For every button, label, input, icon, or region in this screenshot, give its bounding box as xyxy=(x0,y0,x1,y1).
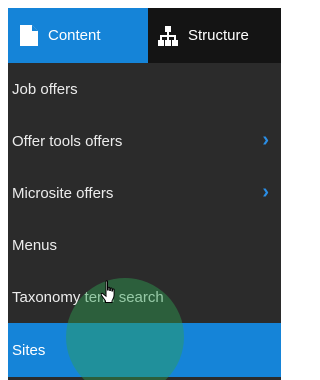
chevron-right-icon[interactable]: › xyxy=(262,181,269,204)
sitemap-icon xyxy=(158,25,178,46)
document-icon xyxy=(20,25,38,46)
menu-item-offer-tools-offers[interactable]: Offer tools offers › xyxy=(8,115,281,167)
tab-structure[interactable]: Structure xyxy=(148,8,281,63)
menu-item-label: Sites xyxy=(12,341,46,359)
menu-item-label: Microsite offers xyxy=(12,184,114,202)
menu-item-label: Offer tools offers xyxy=(12,132,123,150)
menu-item-taxonomy-term-search[interactable]: Taxonomy term search xyxy=(8,271,281,323)
content-menu: Job offers Offer tools offers › Microsit… xyxy=(8,63,281,377)
toolbar-tabs: Content Structure xyxy=(8,8,281,63)
admin-toolbar-tray: Content Structure Job offers Offer tools… xyxy=(8,8,281,380)
menu-item-label: Taxonomy term search xyxy=(12,288,164,306)
menu-item-menus[interactable]: Menus xyxy=(8,219,281,271)
menu-item-label: Menus xyxy=(12,236,58,254)
tab-content-label: Content xyxy=(48,27,101,44)
menu-item-label: Job offers xyxy=(12,80,78,98)
menu-item-microsite-offers[interactable]: Microsite offers › xyxy=(8,167,281,219)
tab-structure-label: Structure xyxy=(188,27,249,44)
chevron-right-icon[interactable]: › xyxy=(262,129,269,152)
tab-content[interactable]: Content xyxy=(8,8,148,63)
menu-item-sites[interactable]: Sites xyxy=(8,323,281,377)
menu-item-job-offers[interactable]: Job offers xyxy=(8,63,281,115)
